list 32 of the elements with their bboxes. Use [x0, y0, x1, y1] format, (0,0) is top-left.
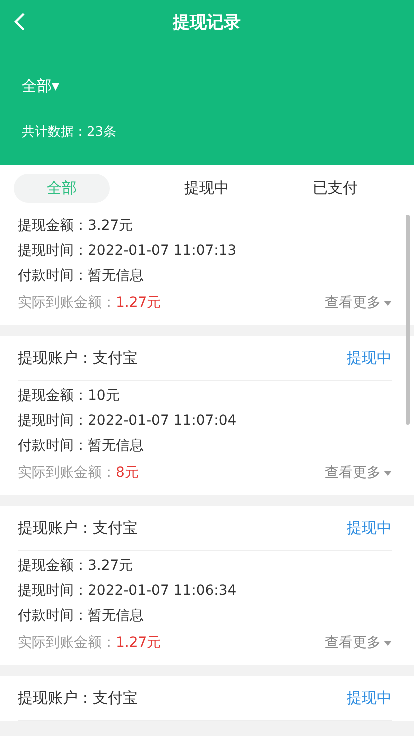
actual-amount: 实际到账金额：8元: [18, 464, 139, 483]
record-field: 付款时间：暂无信息: [18, 604, 392, 629]
view-more-link[interactable]: 查看更多: [325, 629, 392, 657]
record-field: 提现时间：2022-01-07 11:07:04: [18, 409, 392, 434]
actual-amount: 实际到账金额：1.27元: [18, 294, 162, 313]
record-field: 提现金额：10元: [18, 384, 392, 409]
filter-dropdown[interactable]: 全部▾: [22, 77, 60, 96]
record-field: 付款时间：暂无信息: [18, 434, 392, 459]
record-field: 提现金额：3.27元: [18, 214, 392, 239]
status-label: 提现中: [347, 348, 392, 368]
record-field: 提现金额：3.27元: [18, 554, 392, 579]
caret-icon: [384, 300, 392, 306]
actual-amount: 实际到账金额：1.27元: [18, 634, 162, 653]
scrollbar[interactable]: [406, 215, 410, 425]
record-field: 付款时间：暂无信息: [18, 264, 392, 289]
page-title: 提现记录: [173, 12, 241, 34]
account-label: 提现账户：支付宝: [18, 348, 138, 368]
status-label: 提现中: [347, 688, 392, 708]
record-field: 提现时间：2022-01-07 11:06:34: [18, 579, 392, 604]
account-label: 提现账户：支付宝: [18, 518, 138, 538]
total-count: 共计数据：23条: [22, 124, 117, 141]
status-label: 提现中: [347, 518, 392, 538]
view-more-link[interactable]: 查看更多: [325, 289, 392, 317]
filter-tab[interactable]: 已支付: [288, 174, 384, 202]
caret-icon: [384, 640, 392, 646]
view-more-link[interactable]: 查看更多: [325, 459, 392, 487]
back-icon[interactable]: [14, 12, 26, 32]
caret-icon: [384, 470, 392, 476]
record-field: 提现时间：2022-01-07 11:07:13: [18, 239, 392, 264]
filter-tab[interactable]: 全部: [14, 174, 110, 202]
account-label: 提现账户：支付宝: [18, 688, 138, 708]
filter-tab[interactable]: 提现中: [159, 174, 255, 202]
